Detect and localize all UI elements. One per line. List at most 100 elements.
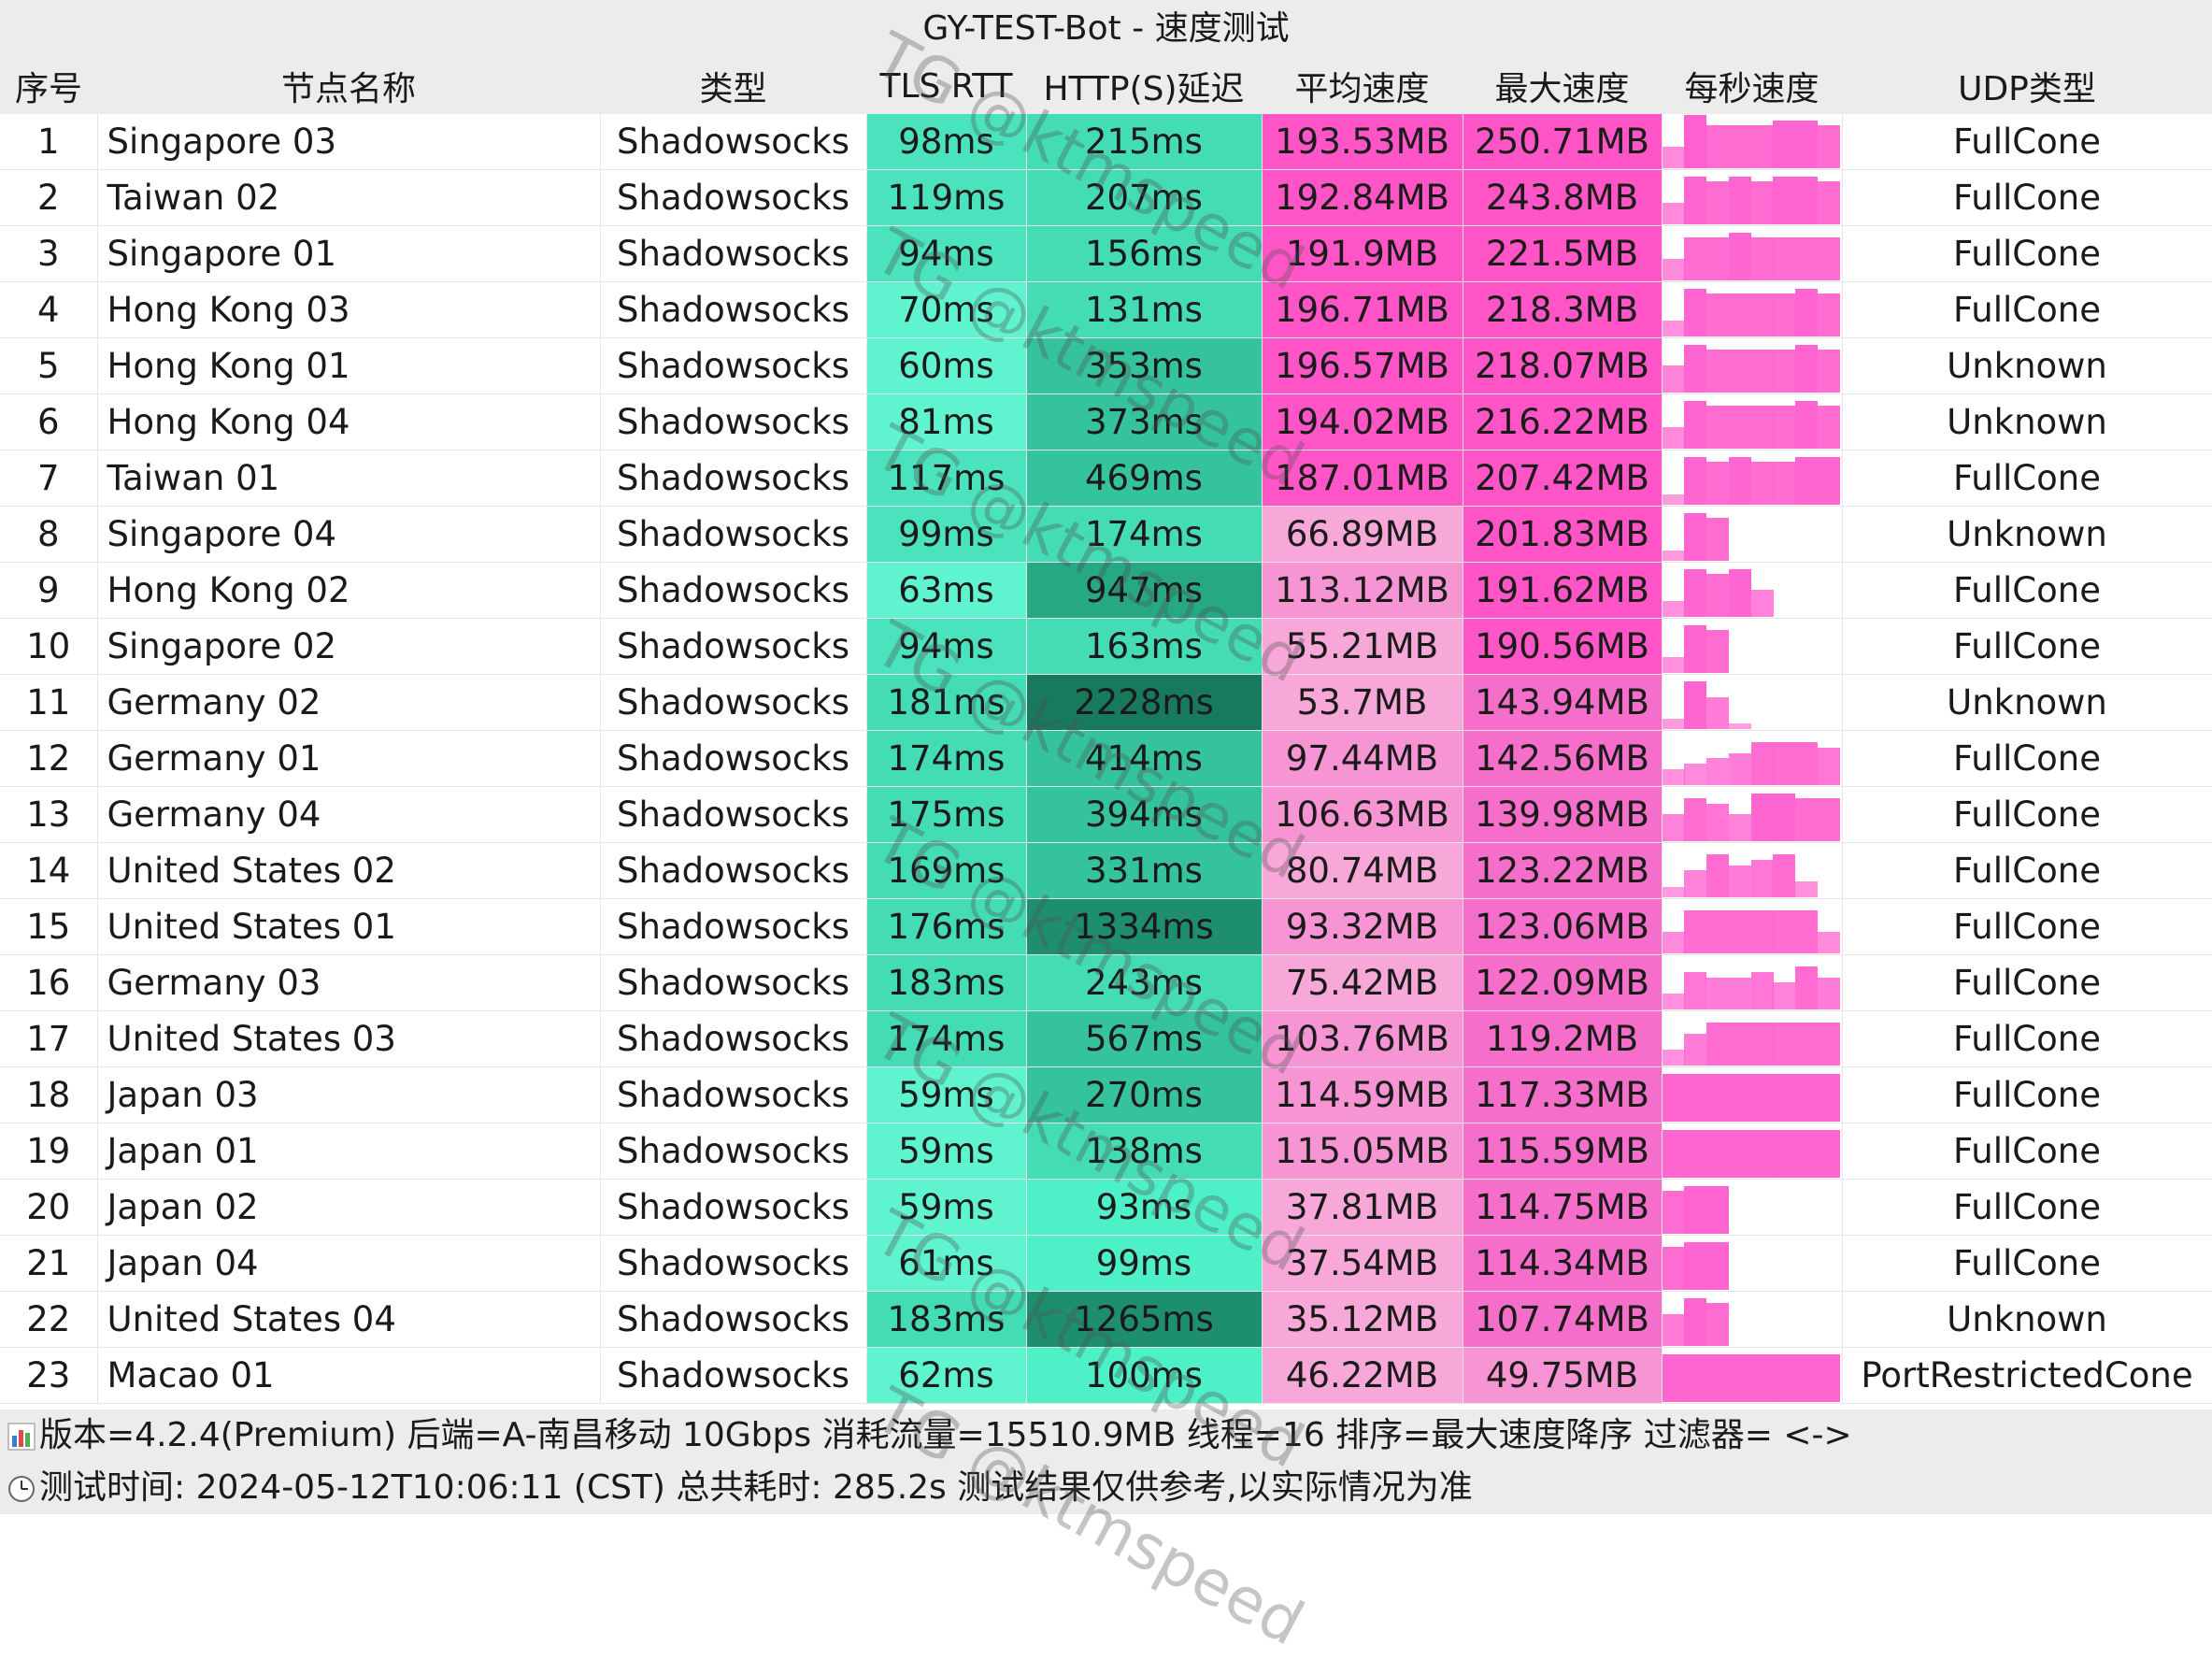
cell-max-speed: 114.75MB [1463,1179,1663,1236]
cell-spark [1662,618,1843,675]
speed-sample-bar [1684,115,1707,168]
table-row[interactable]: 13 Germany 04 Shadowsocks 175ms 394ms 106.63M… [0,786,2212,843]
cell-http-delay: 394ms [1026,786,1263,843]
table-row[interactable]: 16 Germany 03 Shadowsocks 183ms 243ms 75.42MB… [0,954,2212,1011]
cell-avg-speed: 35.12MB [1262,1291,1463,1348]
table-row[interactable]: 5 Hong Kong 01 Shadowsocks 60ms 353ms 196.57M… [0,337,2212,394]
cell-udp-type: FullCone [1842,1123,2212,1180]
cell-http-delay: 163ms [1026,618,1263,675]
speed-sample-bar [1706,910,1729,953]
table-row[interactable]: 1 Singapore 03 Shadowsocks 98ms 215ms 193.53M… [0,114,2212,170]
cell-node-name: Singapore 01 [97,225,601,282]
speed-sample-bar [1795,1074,1818,1122]
table-row[interactable]: 4 Hong Kong 03 Shadowsocks 70ms 131ms 196.71M… [0,281,2212,338]
cell-index: 12 [0,730,98,787]
table-row[interactable]: 8 Singapore 04 Shadowsocks 99ms 174ms 66.89MB… [0,506,2212,563]
cell-http-delay: 93ms [1026,1179,1263,1236]
cell-http-delay: 567ms [1026,1010,1263,1067]
column-header-node-name[interactable]: 节点名称 [97,58,600,114]
table-row[interactable]: 17 United States 03 Shadowsocks 174ms 567ms 1… [0,1010,2212,1067]
table-row[interactable]: 19 Japan 01 Shadowsocks 59ms 138ms 115.05MB 11… [0,1123,2212,1180]
speed-sample-bar [1662,1314,1685,1346]
cell-avg-speed: 37.81MB [1262,1179,1463,1236]
cell-udp-type: FullCone [1842,842,2212,899]
speed-sample-bar [1706,758,1729,785]
table-row[interactable]: 23 Macao 01 Shadowsocks 62ms 100ms 46.22MB 49.… [0,1347,2212,1404]
speed-sample-bar [1706,293,1729,336]
cell-max-speed: 201.83MB [1463,506,1663,563]
table-row[interactable]: 6 Hong Kong 04 Shadowsocks 81ms 373ms 194.02M… [0,394,2212,451]
speed-sample-bar [1662,601,1685,617]
column-header-speed-per-second[interactable]: 每秒速度 [1662,58,1842,114]
speed-sample-bar [1773,1074,1796,1122]
cell-index: 20 [0,1179,98,1236]
cell-spark [1662,450,1843,507]
column-header-type[interactable]: 类型 [600,58,866,114]
cell-node-name: Germany 04 [97,786,601,843]
table-row[interactable]: 9 Hong Kong 02 Shadowsocks 63ms 947ms 113.12M… [0,562,2212,619]
cell-spark [1662,1291,1843,1348]
table-row[interactable]: 22 United States 04 Shadowsocks 183ms 1265ms… [0,1291,2212,1348]
cell-udp-type: FullCone [1842,1179,2212,1236]
speed-sample-bar [1684,177,1707,224]
cell-tls-rtt: 174ms [866,1010,1027,1067]
speed-sample-bar [1662,1247,1685,1290]
speed-sample-bar [1817,1023,1840,1066]
cell-type: Shadowsocks [600,281,867,338]
column-header-max-speed[interactable]: 最大速度 [1463,58,1662,114]
cell-node-name: Singapore 03 [97,114,601,170]
table-row[interactable]: 14 United States 02 Shadowsocks 169ms 331ms 8… [0,842,2212,899]
speed-sample-bar [1662,887,1685,897]
speed-sample-bar [1684,1074,1707,1122]
cell-max-speed: 119.2MB [1463,1010,1663,1067]
speed-sample-bar [1706,125,1729,168]
table-row[interactable]: 15 United States 01 Shadowsocks 176ms 1334ms… [0,898,2212,955]
speed-sample-bar [1706,1242,1729,1290]
speed-sample-bar [1795,345,1818,393]
cell-node-name: Japan 01 [97,1123,601,1180]
speed-sample-bar [1684,625,1707,673]
cell-udp-type: Unknown [1842,506,2212,563]
table-row[interactable]: 12 Germany 01 Shadowsocks 174ms 414ms 97.44MB… [0,730,2212,787]
cell-node-name: Hong Kong 04 [97,394,601,451]
table-row[interactable]: 2 Taiwan 02 Shadowsocks 119ms 207ms 192.84MB 2… [0,169,2212,226]
speed-sample-bar [1662,1130,1685,1178]
table-row[interactable]: 3 Singapore 01 Shadowsocks 94ms 156ms 191.9MB… [0,225,2212,282]
speed-sample-bar [1817,1074,1840,1122]
table-row[interactable]: 20 Japan 02 Shadowsocks 59ms 93ms 37.81MB 114.… [0,1179,2212,1236]
speed-sample-bar [1750,972,1774,1009]
cell-index: 13 [0,786,98,843]
cell-type: Shadowsocks [600,1123,867,1180]
speed-sample-bar [1662,719,1685,729]
cell-max-speed: 143.94MB [1463,674,1663,731]
cell-type: Shadowsocks [600,954,867,1011]
cell-type: Shadowsocks [600,506,867,563]
cell-type: Shadowsocks [600,842,867,899]
cell-type: Shadowsocks [600,1291,867,1348]
cell-udp-type: Unknown [1842,337,2212,394]
table-row[interactable]: 7 Taiwan 01 Shadowsocks 117ms 469ms 187.01MB 2… [0,450,2212,507]
speed-sample-bar [1728,125,1751,168]
cell-index: 15 [0,898,98,955]
cell-http-delay: 99ms [1026,1235,1263,1292]
speed-sample-bar [1817,350,1840,393]
cell-max-speed: 243.8MB [1463,169,1663,226]
speed-sample-bar [1773,910,1796,953]
column-header-http-delay[interactable]: HTTP(S)延迟 [1026,58,1262,114]
column-header-tls-rtt[interactable]: TLS RTT [866,58,1026,114]
cell-max-speed: 117.33MB [1463,1066,1663,1123]
table-row[interactable]: 11 Germany 02 Shadowsocks 181ms 2228ms 53.7MB… [0,674,2212,731]
speed-sample-bar [1684,910,1707,953]
table-row[interactable]: 21 Japan 04 Shadowsocks 61ms 99ms 37.54MB 114.… [0,1235,2212,1292]
speed-sample-bar [1728,814,1751,841]
column-header-avg-speed[interactable]: 平均速度 [1262,58,1463,114]
cell-spark [1662,1179,1843,1236]
table-row[interactable]: 18 Japan 03 Shadowsocks 59ms 270ms 114.59MB 11… [0,1066,2212,1123]
cell-tls-rtt: 119ms [866,169,1027,226]
table-row[interactable]: 10 Singapore 02 Shadowsocks 94ms 163ms 55.21M… [0,618,2212,675]
cell-index: 18 [0,1066,98,1123]
column-header-index[interactable]: 序号 [0,58,97,114]
cell-tls-rtt: 63ms [866,562,1027,619]
cell-tls-rtt: 169ms [866,842,1027,899]
column-header-udp-type[interactable]: UDP类型 [1842,58,2212,114]
